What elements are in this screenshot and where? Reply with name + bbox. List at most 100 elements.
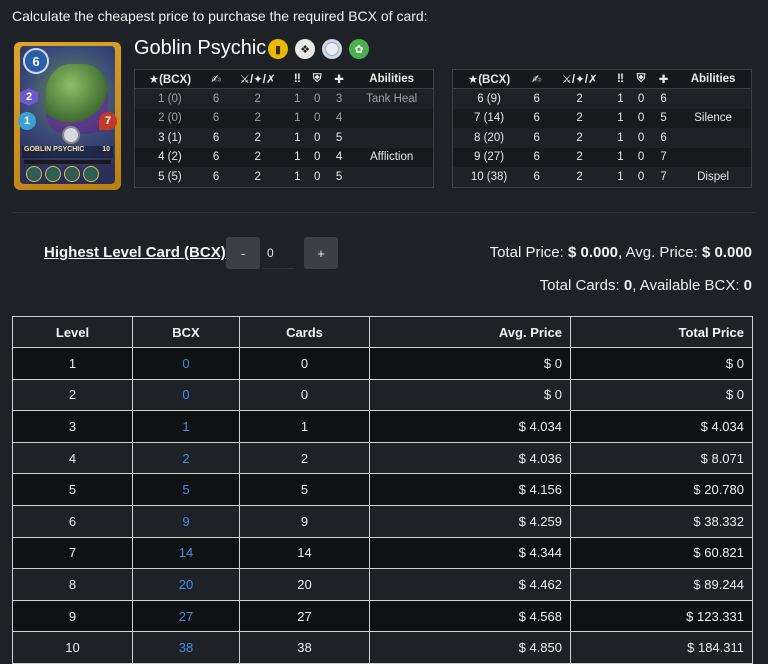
total-price-cell: $ 89.244 <box>570 568 753 601</box>
stat-cell-abil <box>350 108 434 128</box>
bcx-column-header: BCX <box>132 316 240 348</box>
bcx-link[interactable]: 27 <box>132 599 240 633</box>
total-price-cell: $ 0 <box>570 378 753 412</box>
bcx-link[interactable]: 0 <box>132 347 240 380</box>
table-row: 4 2 2 $ 4.036 $ 8.071 <box>12 441 753 475</box>
table-row: 9 27 27 $ 4.568 $ 123.331 <box>12 599 753 633</box>
stat-cell-arm: 0 <box>313 170 321 183</box>
stat-cell-hp: 3 <box>335 92 343 105</box>
avg-price-cell: $ 0 <box>369 378 571 412</box>
increment-button[interactable]: + <box>304 237 338 269</box>
level-cell: 1 <box>12 347 133 380</box>
stat-cell-arm: 0 <box>630 108 652 128</box>
health-icon: ✚ <box>327 69 351 89</box>
stat-cell-abil: Affliction <box>350 147 434 167</box>
card-attribute-icons: ▮ ❖ ✿ <box>268 39 369 59</box>
stat-cell-arm: 0 <box>313 131 321 144</box>
total-price-cell: $ 0 <box>570 347 753 380</box>
card-health-icon: 7 <box>99 112 117 130</box>
stat-cell-hp: 5 <box>335 131 343 144</box>
stats-row: 10 (38) 6 2 1 0 7 Dispel <box>453 167 752 187</box>
bcx-link[interactable]: 9 <box>132 504 240 538</box>
level-cell: 8 <box>12 568 133 601</box>
bcx-link[interactable]: 2 <box>132 441 240 475</box>
stat-cell-atk: 2 <box>576 92 583 105</box>
bcx-link[interactable]: 38 <box>132 631 240 664</box>
stat-cell-atk: 2 <box>576 131 583 144</box>
stat-cell-spd: 1 <box>287 108 307 128</box>
stat-cell-arm: 0 <box>630 147 652 167</box>
total-price-value: $ 0.000 <box>567 244 619 261</box>
avg-price-cell: $ 0 <box>369 347 571 380</box>
stat-cell-abil <box>675 128 751 148</box>
level-cell: 3 <box>12 410 133 443</box>
table-row: 2 0 0 $ 0 $ 0 <box>12 378 753 412</box>
card-art-name: GOBLIN PSYCHIC 10 <box>22 146 113 158</box>
stat-cell-abil: Tank Heal <box>366 92 418 105</box>
stats-row: 2 (0) 6 2 1 0 4 <box>134 108 434 128</box>
abilities-header: Abilities <box>350 69 434 89</box>
card-image[interactable]: 6 2 1 7 GOBLIN PSYCHIC 10 <box>14 42 121 190</box>
level-cell: 4 <box>12 441 133 475</box>
mana-icon: ✍ <box>525 69 549 89</box>
card-xp-bar <box>24 160 111 164</box>
stat-cell-abil <box>675 89 751 109</box>
stat-cell-mana: 6 <box>212 131 220 144</box>
avg-price-cell: $ 4.036 <box>369 441 571 475</box>
bcx-link[interactable]: 20 <box>132 568 240 601</box>
stats-table-right: ★(BCX) ✍ ⚔/✦/✗ ‼ ⛨ ✚ Abilities 6 (9) 6 2 1 0… <box>452 69 752 188</box>
card-magic-icon <box>62 126 80 144</box>
attack-icon: ⚔/✦/✗ <box>227 69 288 89</box>
armor-icon: ⛨ <box>306 69 328 89</box>
stat-cell-abil: Silence <box>675 108 752 128</box>
speed-icon: ‼ <box>287 69 307 89</box>
rarity-icon: ▮ <box>268 39 288 59</box>
avg-price-cell: $ 4.034 <box>369 410 571 443</box>
level-cell: 9 <box>12 599 133 633</box>
stat-cell-spd: 1 <box>610 108 631 128</box>
stat-cell-hp: 5 <box>335 170 343 183</box>
stat-cell-lvl: 4 (2) <box>134 147 205 167</box>
stat-cell-atk: 2 <box>254 92 261 105</box>
bcx-link[interactable]: 1 <box>132 410 240 443</box>
ability-icon <box>83 166 99 182</box>
total-cards-value: 0 <box>623 277 633 294</box>
stat-cell-spd: 1 <box>294 92 301 105</box>
stat-cell-mana: 6 <box>212 92 220 105</box>
avg-price-cell: $ 4.462 <box>369 568 571 601</box>
table-row: 6 9 9 $ 4.259 $ 38.332 <box>12 504 753 538</box>
stat-cell-mana: 6 <box>533 131 540 144</box>
bcx-link[interactable]: 5 <box>132 473 240 506</box>
table-row: 10 38 38 $ 4.850 $ 184.311 <box>12 631 753 664</box>
stat-cell-mana: 6 <box>212 170 220 183</box>
stat-cell-mana: 6 <box>204 108 228 128</box>
card-mana-icon: 6 <box>23 48 49 74</box>
stat-cell-lvl: 10 (38) <box>470 170 508 183</box>
stat-cell-spd: 1 <box>617 170 624 183</box>
stat-cell-spd: 1 <box>610 147 631 167</box>
table-row: 7 14 14 $ 4.344 $ 60.821 <box>12 536 753 570</box>
stat-cell-atk: 2 <box>548 108 611 128</box>
stat-cell-arm: 0 <box>637 92 645 105</box>
armor-icon: ⛨ <box>630 69 652 89</box>
bcx-link[interactable]: 0 <box>132 378 240 412</box>
avg-price-cell: $ 4.850 <box>369 631 571 664</box>
stat-cell-lvl: 1 (0) <box>158 92 182 105</box>
stat-cell-mana: 6 <box>533 92 540 105</box>
cards-cell: 5 <box>239 473 370 506</box>
stat-cell-lvl: 7 (14) <box>452 108 526 128</box>
decrement-button[interactable]: - <box>226 237 260 269</box>
stat-cell-arm: 0 <box>637 170 645 183</box>
cards-column-header: Cards <box>239 316 370 348</box>
stats-row: 5 (5) 6 2 1 0 5 <box>135 167 434 187</box>
stats-row: 7 (14) 6 2 1 0 5 Silence <box>452 108 752 128</box>
stat-cell-hp: 4 <box>327 147 351 167</box>
bcx-link[interactable]: 14 <box>132 536 240 570</box>
stats-row: 1 (0) 6 2 1 0 3 Tank Heal <box>135 89 434 109</box>
table-row: 3 1 1 $ 4.034 $ 4.034 <box>12 410 753 443</box>
cards-cell: 1 <box>239 410 370 443</box>
level-cell: 6 <box>12 504 133 538</box>
stat-cell-lvl: 2 (0) <box>134 108 205 128</box>
level-input[interactable] <box>262 237 294 269</box>
ability-icon <box>45 166 61 182</box>
